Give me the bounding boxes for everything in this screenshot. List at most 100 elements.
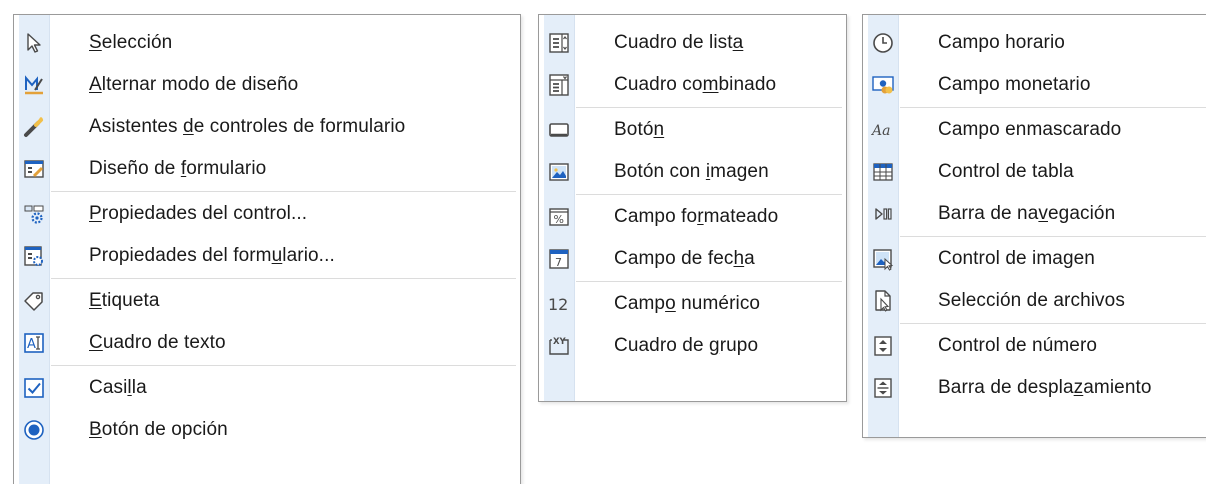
menu-item-label: Campo formateado xyxy=(614,206,778,228)
label-text: Botó xyxy=(614,119,654,140)
menu-item-seleccion-de-archivos[interactable]: Selección de archivos xyxy=(868,280,1206,322)
label-text: tiqueta xyxy=(101,290,160,311)
label-text: Propiedades del form xyxy=(89,245,272,266)
radio-button-icon xyxy=(19,409,49,451)
menu-item-label: Campo horario xyxy=(938,32,1065,54)
label-text: Campo monetario xyxy=(938,74,1091,95)
form-controls-menu-1: Selección Alternar modo de diseño Asistent… xyxy=(13,14,521,484)
menu-item-cuadro-de-texto[interactable]: A Cuadro de texto xyxy=(19,322,520,364)
mnemonic-letter: o xyxy=(665,293,676,314)
label-text: numérico xyxy=(675,293,761,314)
svg-text:XY: XY xyxy=(553,337,567,347)
menu-item-casilla[interactable]: Casilla xyxy=(19,367,520,409)
scrollbar-icon xyxy=(868,367,898,409)
control-properties-icon xyxy=(19,193,49,235)
menu-item-barra-de-desplazamiento[interactable]: Barra de desplazamiento xyxy=(868,367,1206,409)
navigation-bar-icon xyxy=(868,193,898,235)
svg-text:7: 7 xyxy=(555,256,562,269)
label-text: Control de tabla xyxy=(938,161,1074,182)
menu-item-control-de-numero[interactable]: Control de número xyxy=(868,325,1206,367)
mnemonic-letter: n xyxy=(653,119,665,140)
menu-item-label: Campo de fecha xyxy=(614,248,755,270)
text-box-icon: A xyxy=(19,322,49,364)
checkbox-icon xyxy=(19,367,49,409)
svg-text:12: 12 xyxy=(548,295,568,314)
menu-item-label: Botón xyxy=(614,119,664,141)
menu-item-control-de-imagen[interactable]: Control de imagen xyxy=(868,238,1206,280)
menu-item-label: Campo numérico xyxy=(614,293,760,315)
menu-item-campo-horario[interactable]: Campo horario xyxy=(868,22,1206,64)
menu-item-alternar-modo-de-diseno[interactable]: Alternar modo de diseño xyxy=(19,64,520,106)
label-text: Campo horario xyxy=(938,32,1065,53)
menu-item-label: Cuadro combinado xyxy=(614,74,776,96)
label-text: Cuadro co xyxy=(614,74,703,95)
menu-item-label: Diseño de formulario xyxy=(89,158,266,180)
label-text: e controles de formulario xyxy=(193,116,406,137)
label-text: Diseño de xyxy=(89,158,181,179)
menu-item-campo-monetario[interactable]: Campo monetario xyxy=(868,64,1206,106)
label-text: a xyxy=(744,248,755,269)
menu-item-boton-de-opcion[interactable]: Botón de opción xyxy=(19,409,520,451)
label-text: Campo enmascarado xyxy=(938,119,1122,140)
label-text: binado xyxy=(718,74,777,95)
label-text: Campo fo xyxy=(614,206,698,227)
menu-item-diseno-de-formulario[interactable]: Diseño de formulario xyxy=(19,148,520,190)
menu-item-label: Propiedades del control... xyxy=(89,203,307,225)
menu-item-asistentes-de-controles-de-formulario[interactable]: Asistentes de controles de formulario xyxy=(19,106,520,148)
menu-item-cuadro-combinado[interactable]: Cuadro combinado xyxy=(544,64,846,106)
label-text: ormulario xyxy=(186,158,267,179)
table-control-icon xyxy=(868,151,898,193)
menu-item-seleccion[interactable]: Selección xyxy=(19,22,520,64)
file-selection-icon xyxy=(868,280,898,322)
label-text: Camp xyxy=(614,293,666,314)
mnemonic-letter: P xyxy=(89,203,102,224)
menu-item-control-de-tabla[interactable]: Control de tabla xyxy=(868,151,1206,193)
form-controls-menu-3: Campo horario Campo monetario Aa Campo enma… xyxy=(862,14,1206,438)
menu-item-label: Control de número xyxy=(938,335,1097,357)
menu-item-cuadro-de-lista[interactable]: Cuadro de lista xyxy=(544,22,846,64)
menu-item-boton-con-imagen[interactable]: Botón con imagen xyxy=(544,151,846,193)
group-box-icon: XY xyxy=(544,325,574,367)
label-text: ropiedades del control... xyxy=(101,203,308,224)
menu-item-label: Selección xyxy=(89,32,172,54)
label-text: Barra de despla xyxy=(938,377,1074,398)
form-properties-icon xyxy=(19,235,49,277)
label-text: lario... xyxy=(282,245,335,266)
mnemonic-letter: E xyxy=(89,290,102,311)
label-text: amiento xyxy=(1083,377,1152,398)
menu-item-etiqueta[interactable]: Etiqueta xyxy=(19,280,520,322)
formatted-field-icon: % xyxy=(544,196,574,238)
menu-item-label: Barra de desplazamiento xyxy=(938,377,1152,399)
menu-item-label: Botón de opción xyxy=(89,419,228,441)
menu-item-label: Barra de navegación xyxy=(938,203,1115,225)
menu-item-label: Etiqueta xyxy=(89,290,160,312)
label-text: Selección de archivos xyxy=(938,290,1125,311)
menu-item-barra-de-navegacion[interactable]: Barra de navegación xyxy=(868,193,1206,235)
label-text: la xyxy=(131,377,147,398)
mnemonic-letter: v xyxy=(1038,203,1048,224)
menu-item-campo-formateado[interactable]: % Campo formateado xyxy=(544,196,846,238)
menu-item-propiedades-del-formulario[interactable]: Propiedades del formulario... xyxy=(19,235,520,277)
menu-item-cuadro-de-grupo[interactable]: XY Cuadro de grupo xyxy=(544,325,846,367)
mnemonic-letter: B xyxy=(89,419,102,440)
label-text: Campo de fec xyxy=(614,248,734,269)
menu-item-campo-numerico[interactable]: 12 Campo numérico xyxy=(544,283,846,325)
menu-item-boton[interactable]: Botón xyxy=(544,109,846,151)
mnemonic-letter: a xyxy=(732,32,744,53)
menu-item-campo-de-fecha[interactable]: 7 Campo de fecha xyxy=(544,238,846,280)
mnemonic-letter: A xyxy=(89,74,102,95)
label-tag-icon xyxy=(19,280,49,322)
image-button-icon xyxy=(544,151,574,193)
date-field-icon: 7 xyxy=(544,238,574,280)
image-control-icon xyxy=(868,238,898,280)
form-design-icon xyxy=(19,148,49,190)
mnemonic-letter: m xyxy=(702,74,719,95)
currency-field-icon xyxy=(868,64,898,106)
mnemonic-letter: h xyxy=(733,248,745,269)
menu-item-campo-enmascarado[interactable]: Aa Campo enmascarado xyxy=(868,109,1206,151)
menu-item-propiedades-del-control[interactable]: Propiedades del control... xyxy=(19,193,520,235)
label-text: lternar modo de diseño xyxy=(101,74,299,95)
menu-item-label: Propiedades del formulario... xyxy=(89,245,335,267)
menu-item-label: Botón con imagen xyxy=(614,161,769,183)
menu-item-label: Control de tabla xyxy=(938,161,1074,183)
